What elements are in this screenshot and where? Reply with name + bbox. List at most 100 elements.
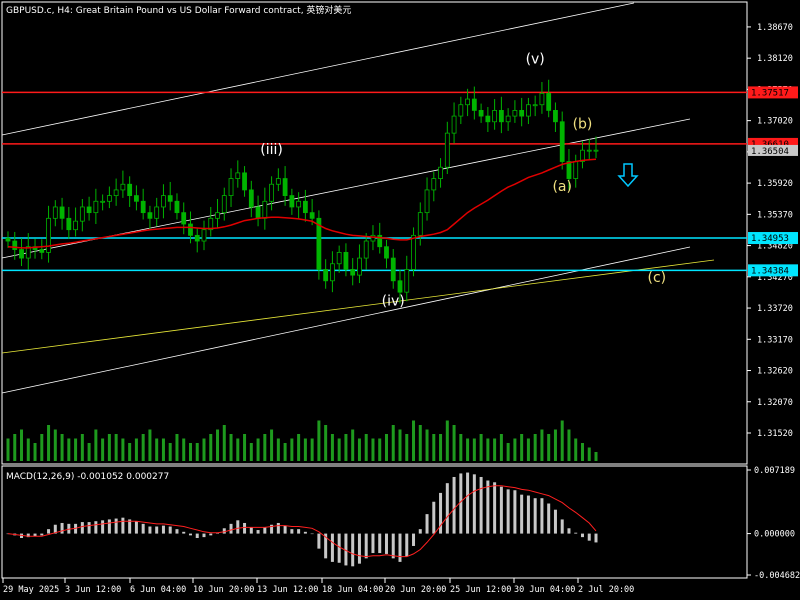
candle-body <box>275 178 281 185</box>
macd-hist-bar <box>371 533 375 554</box>
candle-body <box>553 110 558 123</box>
price-tick-label: 1.37020 <box>757 117 793 127</box>
price-tick-label: 1.38120 <box>757 54 793 64</box>
volume-bar <box>297 434 301 461</box>
macd-label: MACD(12,26,9) -0.001052 0.000277 <box>6 472 169 482</box>
candle-body <box>465 98 470 106</box>
macd-hist-bar <box>195 533 199 539</box>
candle-body <box>559 121 565 162</box>
macd-hist-bar <box>412 533 416 546</box>
candle-body <box>201 229 207 242</box>
volume-bar <box>466 438 470 461</box>
macd-hist-bar <box>155 526 159 534</box>
trading-chart[interactable]: GBPUSD.c, H4: Great Britain Pound vs US … <box>0 0 800 600</box>
volume-bar <box>60 434 64 461</box>
volume-bar <box>209 434 213 461</box>
macd-hist-bar <box>351 533 355 567</box>
macd-hist-bar <box>533 498 537 534</box>
macd-hist-bar <box>547 503 551 534</box>
volume-bar <box>371 438 375 461</box>
macd-hist-bar <box>330 533 334 562</box>
candle-body <box>174 200 180 214</box>
candle-body <box>519 110 525 117</box>
volume-bar <box>378 438 382 461</box>
candle-body <box>100 200 106 203</box>
volume-bar <box>560 420 564 461</box>
volume-bar <box>134 438 138 461</box>
volume-bar <box>330 434 334 461</box>
volume-bar <box>290 438 294 461</box>
candle-body <box>370 234 376 242</box>
date-tick-label: 29 May 2025 <box>3 585 59 595</box>
candle-body <box>417 212 423 236</box>
candle-body <box>161 195 166 208</box>
candle-body <box>73 220 78 231</box>
volume-bar <box>87 443 91 461</box>
volume-bar <box>594 452 598 461</box>
volume-bar <box>303 438 307 461</box>
candle-body <box>181 212 187 225</box>
macd-hist-bar <box>493 482 497 534</box>
candle-body <box>323 269 329 282</box>
candle-body <box>215 212 220 219</box>
macd-hist-bar <box>168 526 172 534</box>
candle-body <box>113 189 119 197</box>
volume-bar <box>26 438 30 461</box>
candle-body <box>19 249 24 259</box>
macd-hist-bar <box>188 533 192 536</box>
volume-bar <box>526 438 530 461</box>
candle-body <box>343 251 349 270</box>
macd-hist-bar <box>520 494 524 534</box>
macd-hist-bar <box>148 526 152 534</box>
volume-bar <box>459 434 463 461</box>
macd-hist-bar <box>405 533 409 557</box>
macd-hist-bar <box>40 533 44 536</box>
macd-hist-bar <box>594 533 598 543</box>
candle-body <box>235 172 241 179</box>
candle-body <box>350 269 356 276</box>
volume-bar <box>114 434 118 461</box>
volume-bar <box>40 434 44 461</box>
volume-bar <box>513 438 517 461</box>
macd-tick-label: 0.000000 <box>754 530 795 540</box>
date-tick-label: 30 Jun 04:00 <box>514 585 575 595</box>
macd-hist-bar <box>310 533 314 535</box>
volume-bar <box>168 443 172 461</box>
macd-hist-bar <box>47 529 51 534</box>
candle-body <box>255 206 261 219</box>
macd-hist-bar <box>540 498 544 534</box>
macd-hist-bar <box>121 517 125 534</box>
macd-hist-bar <box>134 521 138 534</box>
volume-bar <box>249 443 253 461</box>
wave-label: (v) <box>526 52 545 68</box>
candle-body <box>147 212 153 219</box>
macd-hist-bar <box>567 528 571 534</box>
volume-bar <box>107 434 111 461</box>
macd-hist-bar <box>80 522 84 534</box>
macd-hist-bar <box>526 495 530 534</box>
candle-body <box>134 195 139 202</box>
volume-bar <box>270 429 274 461</box>
macd-hist-bar <box>229 523 233 534</box>
volume-bar <box>47 425 51 461</box>
volume-bar <box>486 438 490 461</box>
macd-hist-bar <box>209 533 213 536</box>
candle-body <box>357 257 362 276</box>
candle-body <box>471 98 477 111</box>
candle-body <box>248 189 254 208</box>
candle-body <box>478 110 484 117</box>
volume-bar <box>67 438 71 461</box>
macd-hist-bar <box>107 519 111 534</box>
volume-bar <box>533 434 537 461</box>
volume-bar <box>567 429 571 461</box>
candle-body <box>526 104 531 117</box>
volume-bar <box>418 425 422 461</box>
volume-bar <box>317 420 321 461</box>
candle-body <box>404 269 410 293</box>
volume-bar <box>276 438 280 461</box>
candle-body <box>106 195 112 202</box>
macd-hist-bar <box>60 522 64 534</box>
volume-bar <box>74 438 78 461</box>
volume-bar <box>398 429 402 461</box>
macd-hist-bar <box>101 520 105 534</box>
